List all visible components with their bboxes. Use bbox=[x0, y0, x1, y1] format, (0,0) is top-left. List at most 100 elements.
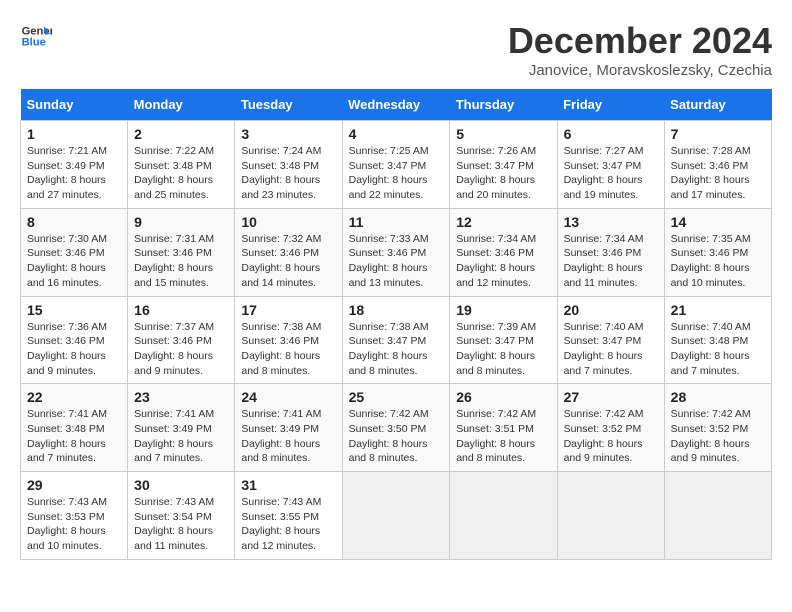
day-info: Sunrise: 7:38 AM Sunset: 3:47 PM Dayligh… bbox=[349, 320, 444, 379]
month-title: December 2024 bbox=[508, 20, 772, 62]
calendar-table: SundayMondayTuesdayWednesdayThursdayFrid… bbox=[20, 89, 772, 560]
day-number: 14 bbox=[671, 214, 765, 230]
calendar-cell: 30 Sunrise: 7:43 AM Sunset: 3:54 PM Dayl… bbox=[128, 472, 235, 560]
day-info: Sunrise: 7:33 AM Sunset: 3:46 PM Dayligh… bbox=[349, 232, 444, 291]
day-number: 25 bbox=[349, 389, 444, 405]
logo: General Blue bbox=[20, 20, 52, 52]
calendar-cell: 19 Sunrise: 7:39 AM Sunset: 3:47 PM Dayl… bbox=[450, 296, 557, 384]
day-number: 30 bbox=[134, 477, 228, 493]
day-number: 28 bbox=[671, 389, 765, 405]
day-info: Sunrise: 7:43 AM Sunset: 3:54 PM Dayligh… bbox=[134, 495, 228, 554]
calendar-cell: 16 Sunrise: 7:37 AM Sunset: 3:46 PM Dayl… bbox=[128, 296, 235, 384]
calendar-week-4: 22 Sunrise: 7:41 AM Sunset: 3:48 PM Dayl… bbox=[21, 384, 772, 472]
page-header: General Blue December 2024 Janovice, Mor… bbox=[20, 20, 772, 79]
day-info: Sunrise: 7:40 AM Sunset: 3:48 PM Dayligh… bbox=[671, 320, 765, 379]
calendar-cell: 27 Sunrise: 7:42 AM Sunset: 3:52 PM Dayl… bbox=[557, 384, 664, 472]
day-number: 9 bbox=[134, 214, 228, 230]
logo-icon: General Blue bbox=[20, 20, 52, 52]
calendar-cell: 10 Sunrise: 7:32 AM Sunset: 3:46 PM Dayl… bbox=[235, 208, 342, 296]
day-number: 24 bbox=[241, 389, 335, 405]
calendar-header-row: SundayMondayTuesdayWednesdayThursdayFrid… bbox=[21, 89, 772, 121]
calendar-week-5: 29 Sunrise: 7:43 AM Sunset: 3:53 PM Dayl… bbox=[21, 472, 772, 560]
calendar-cell: 24 Sunrise: 7:41 AM Sunset: 3:49 PM Dayl… bbox=[235, 384, 342, 472]
day-info: Sunrise: 7:34 AM Sunset: 3:46 PM Dayligh… bbox=[564, 232, 658, 291]
day-number: 31 bbox=[241, 477, 335, 493]
calendar-cell: 2 Sunrise: 7:22 AM Sunset: 3:48 PM Dayli… bbox=[128, 121, 235, 209]
calendar-week-3: 15 Sunrise: 7:36 AM Sunset: 3:46 PM Dayl… bbox=[21, 296, 772, 384]
day-info: Sunrise: 7:25 AM Sunset: 3:47 PM Dayligh… bbox=[349, 144, 444, 203]
day-info: Sunrise: 7:42 AM Sunset: 3:52 PM Dayligh… bbox=[564, 407, 658, 466]
calendar-cell: 23 Sunrise: 7:41 AM Sunset: 3:49 PM Dayl… bbox=[128, 384, 235, 472]
day-info: Sunrise: 7:35 AM Sunset: 3:46 PM Dayligh… bbox=[671, 232, 765, 291]
header-friday: Friday bbox=[557, 89, 664, 121]
calendar-cell: 25 Sunrise: 7:42 AM Sunset: 3:50 PM Dayl… bbox=[342, 384, 450, 472]
day-number: 22 bbox=[27, 389, 121, 405]
day-number: 3 bbox=[241, 126, 335, 142]
day-info: Sunrise: 7:40 AM Sunset: 3:47 PM Dayligh… bbox=[564, 320, 658, 379]
day-number: 1 bbox=[27, 126, 121, 142]
calendar-cell: 7 Sunrise: 7:28 AM Sunset: 3:46 PM Dayli… bbox=[664, 121, 771, 209]
calendar-cell: 17 Sunrise: 7:38 AM Sunset: 3:46 PM Dayl… bbox=[235, 296, 342, 384]
calendar-cell: 31 Sunrise: 7:43 AM Sunset: 3:55 PM Dayl… bbox=[235, 472, 342, 560]
header-sunday: Sunday bbox=[21, 89, 128, 121]
calendar-week-2: 8 Sunrise: 7:30 AM Sunset: 3:46 PM Dayli… bbox=[21, 208, 772, 296]
header-tuesday: Tuesday bbox=[235, 89, 342, 121]
day-number: 26 bbox=[456, 389, 550, 405]
calendar-cell: 26 Sunrise: 7:42 AM Sunset: 3:51 PM Dayl… bbox=[450, 384, 557, 472]
day-info: Sunrise: 7:28 AM Sunset: 3:46 PM Dayligh… bbox=[671, 144, 765, 203]
calendar-cell: 5 Sunrise: 7:26 AM Sunset: 3:47 PM Dayli… bbox=[450, 121, 557, 209]
day-info: Sunrise: 7:30 AM Sunset: 3:46 PM Dayligh… bbox=[27, 232, 121, 291]
day-number: 5 bbox=[456, 126, 550, 142]
day-number: 6 bbox=[564, 126, 658, 142]
day-info: Sunrise: 7:42 AM Sunset: 3:52 PM Dayligh… bbox=[671, 407, 765, 466]
day-number: 21 bbox=[671, 302, 765, 318]
day-number: 13 bbox=[564, 214, 658, 230]
calendar-cell bbox=[450, 472, 557, 560]
day-info: Sunrise: 7:42 AM Sunset: 3:50 PM Dayligh… bbox=[349, 407, 444, 466]
day-info: Sunrise: 7:21 AM Sunset: 3:49 PM Dayligh… bbox=[27, 144, 121, 203]
day-info: Sunrise: 7:41 AM Sunset: 3:48 PM Dayligh… bbox=[27, 407, 121, 466]
day-number: 17 bbox=[241, 302, 335, 318]
day-number: 18 bbox=[349, 302, 444, 318]
header-wednesday: Wednesday bbox=[342, 89, 450, 121]
day-info: Sunrise: 7:41 AM Sunset: 3:49 PM Dayligh… bbox=[134, 407, 228, 466]
header-thursday: Thursday bbox=[450, 89, 557, 121]
calendar-cell: 3 Sunrise: 7:24 AM Sunset: 3:48 PM Dayli… bbox=[235, 121, 342, 209]
calendar-cell bbox=[664, 472, 771, 560]
day-info: Sunrise: 7:42 AM Sunset: 3:51 PM Dayligh… bbox=[456, 407, 550, 466]
calendar-cell: 8 Sunrise: 7:30 AM Sunset: 3:46 PM Dayli… bbox=[21, 208, 128, 296]
day-info: Sunrise: 7:43 AM Sunset: 3:53 PM Dayligh… bbox=[27, 495, 121, 554]
calendar-cell: 11 Sunrise: 7:33 AM Sunset: 3:46 PM Dayl… bbox=[342, 208, 450, 296]
day-number: 4 bbox=[349, 126, 444, 142]
calendar-cell: 20 Sunrise: 7:40 AM Sunset: 3:47 PM Dayl… bbox=[557, 296, 664, 384]
location-title: Janovice, Moravskoslezsky, Czechia bbox=[508, 62, 772, 79]
day-info: Sunrise: 7:24 AM Sunset: 3:48 PM Dayligh… bbox=[241, 144, 335, 203]
day-info: Sunrise: 7:41 AM Sunset: 3:49 PM Dayligh… bbox=[241, 407, 335, 466]
calendar-cell: 18 Sunrise: 7:38 AM Sunset: 3:47 PM Dayl… bbox=[342, 296, 450, 384]
calendar-cell: 9 Sunrise: 7:31 AM Sunset: 3:46 PM Dayli… bbox=[128, 208, 235, 296]
calendar-cell bbox=[342, 472, 450, 560]
calendar-cell: 13 Sunrise: 7:34 AM Sunset: 3:46 PM Dayl… bbox=[557, 208, 664, 296]
day-number: 15 bbox=[27, 302, 121, 318]
calendar-cell: 6 Sunrise: 7:27 AM Sunset: 3:47 PM Dayli… bbox=[557, 121, 664, 209]
calendar-cell: 12 Sunrise: 7:34 AM Sunset: 3:46 PM Dayl… bbox=[450, 208, 557, 296]
calendar-week-1: 1 Sunrise: 7:21 AM Sunset: 3:49 PM Dayli… bbox=[21, 121, 772, 209]
header-monday: Monday bbox=[128, 89, 235, 121]
day-number: 20 bbox=[564, 302, 658, 318]
calendar-cell: 28 Sunrise: 7:42 AM Sunset: 3:52 PM Dayl… bbox=[664, 384, 771, 472]
day-info: Sunrise: 7:34 AM Sunset: 3:46 PM Dayligh… bbox=[456, 232, 550, 291]
day-info: Sunrise: 7:22 AM Sunset: 3:48 PM Dayligh… bbox=[134, 144, 228, 203]
title-block: December 2024 Janovice, Moravskoslezsky,… bbox=[508, 20, 772, 79]
day-info: Sunrise: 7:39 AM Sunset: 3:47 PM Dayligh… bbox=[456, 320, 550, 379]
calendar-cell: 15 Sunrise: 7:36 AM Sunset: 3:46 PM Dayl… bbox=[21, 296, 128, 384]
day-info: Sunrise: 7:36 AM Sunset: 3:46 PM Dayligh… bbox=[27, 320, 121, 379]
calendar-cell: 22 Sunrise: 7:41 AM Sunset: 3:48 PM Dayl… bbox=[21, 384, 128, 472]
day-info: Sunrise: 7:32 AM Sunset: 3:46 PM Dayligh… bbox=[241, 232, 335, 291]
day-number: 10 bbox=[241, 214, 335, 230]
calendar-cell: 29 Sunrise: 7:43 AM Sunset: 3:53 PM Dayl… bbox=[21, 472, 128, 560]
day-info: Sunrise: 7:38 AM Sunset: 3:46 PM Dayligh… bbox=[241, 320, 335, 379]
day-info: Sunrise: 7:43 AM Sunset: 3:55 PM Dayligh… bbox=[241, 495, 335, 554]
day-number: 27 bbox=[564, 389, 658, 405]
header-saturday: Saturday bbox=[664, 89, 771, 121]
day-info: Sunrise: 7:26 AM Sunset: 3:47 PM Dayligh… bbox=[456, 144, 550, 203]
